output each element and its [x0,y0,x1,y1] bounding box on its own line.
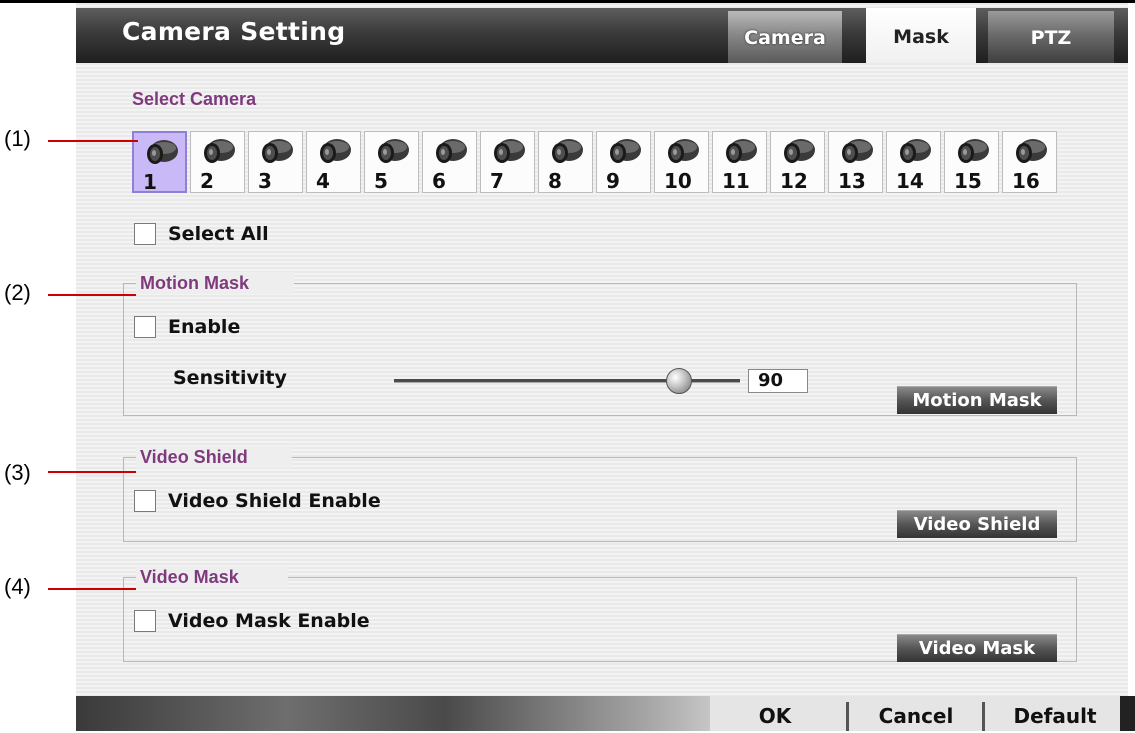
camera-selector: 1 2 3 4 5 6 7 8 9 10 11 12 13 14 15 16 [132,131,1074,197]
camera-button[interactable]: 11 [712,131,767,193]
annotation-label-2: (2) [4,280,31,305]
annotation-line-3 [48,471,136,473]
video-mask-title: Video Mask [140,567,239,587]
motion-mask-title: Motion Mask [140,273,250,293]
camera-number: 7 [490,169,504,193]
camera-number: 12 [780,169,808,193]
camera-icon [724,136,758,166]
annotation-line-2 [48,294,136,296]
sensitivity-value-field[interactable]: 90 [748,369,808,393]
camera-icon [492,136,526,166]
camera-button[interactable]: 14 [886,131,941,193]
motion-mask-enable-label: Enable [168,316,241,338]
camera-number: 9 [606,169,620,193]
footer-edge [1120,696,1135,731]
camera-button[interactable]: 10 [654,131,709,193]
video-mask-enable-checkbox[interactable] [134,610,156,632]
annotation-line-4 [48,588,136,590]
camera-icon [434,136,468,166]
camera-number: 11 [722,169,750,193]
camera-number: 5 [374,169,388,193]
camera-number: 4 [316,169,330,193]
tab-mask[interactable]: Mask [866,8,976,63]
select-camera-title: Select Camera [132,89,257,109]
camera-button[interactable]: 8 [538,131,593,193]
camera-icon [550,136,584,166]
camera-button[interactable]: 12 [770,131,825,193]
camera-number: 6 [432,169,446,193]
camera-icon [840,136,874,166]
annotation-line-1 [48,140,138,142]
camera-button[interactable]: 13 [828,131,883,193]
select-all-label: Select All [168,223,269,245]
video-shield-enable-checkbox[interactable] [134,490,156,512]
camera-icon [1014,136,1048,166]
footer-divider [846,702,849,731]
camera-button[interactable]: 2 [190,131,245,193]
camera-number: 3 [258,169,272,193]
camera-button[interactable]: 4 [306,131,361,193]
video-shield-button[interactable]: Video Shield [897,510,1057,538]
motion-mask-button[interactable]: Motion Mask [897,386,1057,414]
camera-number: 1 [143,170,157,194]
camera-number: 13 [838,169,866,193]
camera-icon [318,136,352,166]
camera-icon [782,136,816,166]
camera-button[interactable]: 7 [480,131,535,193]
camera-icon [376,136,410,166]
camera-icon [260,136,294,166]
camera-number: 14 [896,169,924,193]
footer-divider [982,702,985,731]
camera-icon [898,136,932,166]
video-mask-enable-label: Video Mask Enable [168,610,370,632]
video-shield-enable-label: Video Shield Enable [168,490,381,512]
sensitivity-label: Sensitivity [173,367,287,389]
select-all-checkbox[interactable] [134,223,156,245]
camera-button[interactable]: 6 [422,131,477,193]
camera-button[interactable]: 5 [364,131,419,193]
video-shield-title: Video Shield [140,447,248,467]
camera-number: 8 [548,169,562,193]
camera-icon [956,136,990,166]
cancel-button[interactable]: Cancel [866,699,966,731]
tab-ptz[interactable]: PTZ [988,11,1114,63]
header-bar: Camera Setting Camera Mask PTZ [76,8,1128,63]
annotation-label-4: (4) [4,574,31,599]
default-button[interactable]: Default [1000,699,1110,731]
camera-icon [608,136,642,166]
camera-number: 15 [954,169,982,193]
camera-button[interactable]: 3 [248,131,303,193]
ok-button[interactable]: OK [735,699,815,731]
video-mask-button[interactable]: Video Mask [897,634,1057,662]
motion-mask-enable-checkbox[interactable] [134,316,156,338]
camera-button[interactable]: 16 [1002,131,1057,193]
annotation-label-1: (1) [4,126,31,151]
camera-icon [202,136,236,166]
camera-number: 10 [664,169,692,193]
camera-number: 16 [1012,169,1040,193]
page-title: Camera Setting [122,17,346,46]
camera-button[interactable]: 9 [596,131,651,193]
camera-button[interactable]: 15 [944,131,999,193]
camera-icon [666,136,700,166]
tab-camera[interactable]: Camera [728,11,842,63]
camera-number: 2 [200,169,214,193]
camera-icon [145,137,179,167]
camera-button[interactable]: 1 [132,131,187,194]
annotation-label-3: (3) [4,460,31,485]
sensitivity-slider-handle[interactable] [666,368,692,394]
